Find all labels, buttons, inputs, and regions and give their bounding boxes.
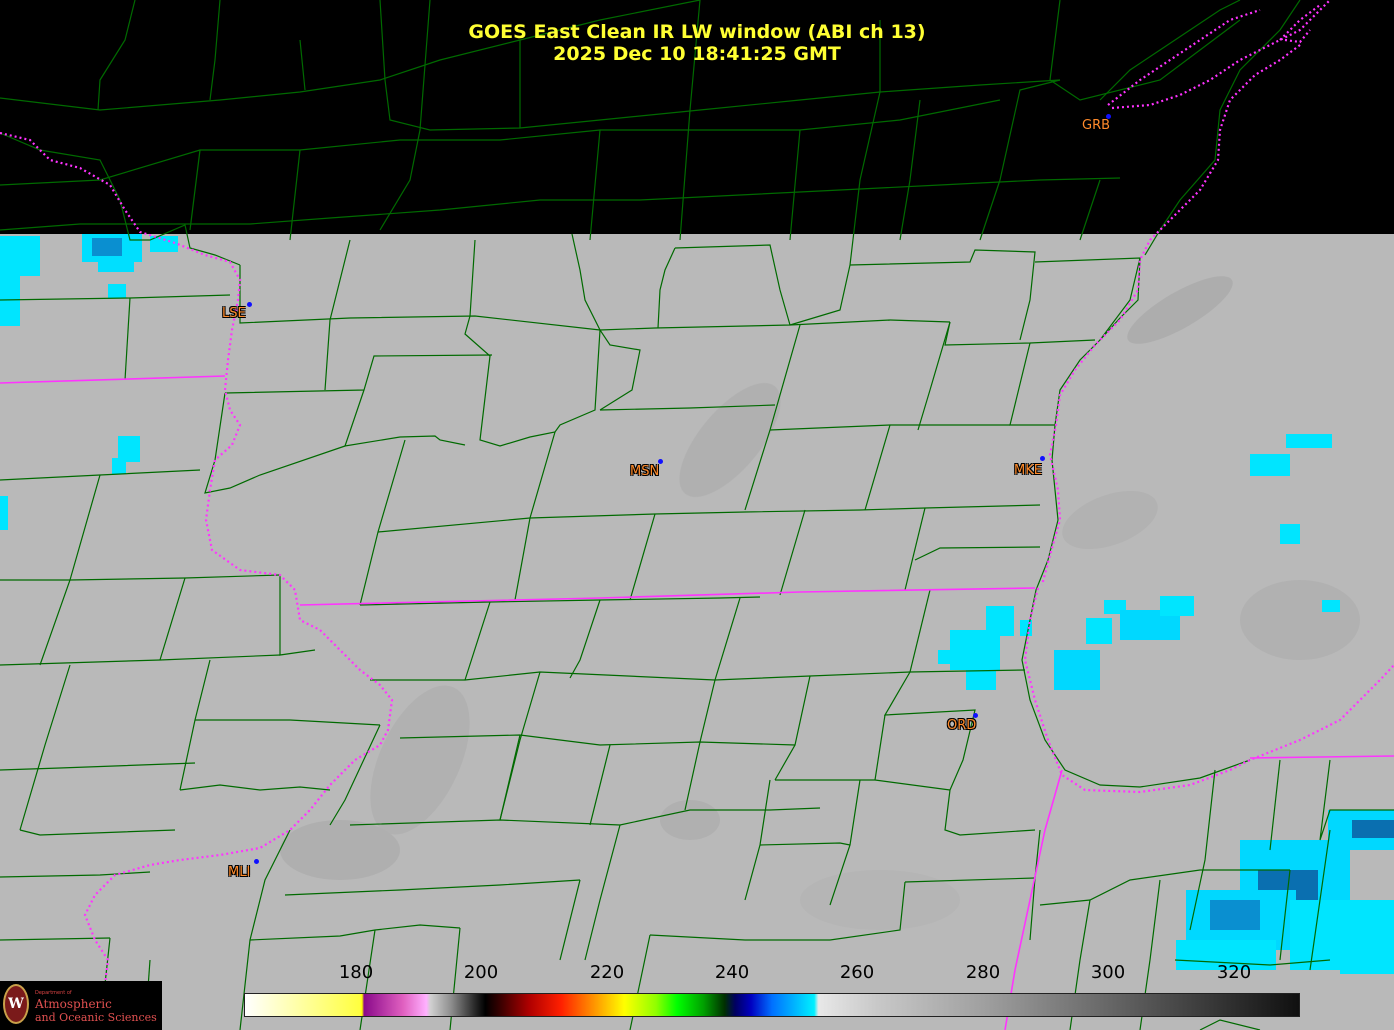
station-dot-icon — [1040, 456, 1045, 461]
colorbar-tick: 260 — [839, 962, 875, 983]
satellite-map — [0, 0, 1394, 1030]
colorbar-tick: 280 — [965, 962, 1001, 983]
ir-image-area — [0, 234, 1394, 1030]
logo-line1: Atmospheric — [35, 997, 112, 1011]
colorbar-tick: 240 — [714, 962, 750, 983]
colorbar-tick: 320 — [1216, 962, 1252, 983]
colorbar-tick-labels: 180 200 220 240 260 280 300 320 — [0, 962, 1394, 986]
map-timestamp: 2025 Dec 10 18:41:25 GMT — [553, 43, 841, 65]
temperature-colorbar — [244, 993, 1300, 1017]
station-dot-icon — [247, 302, 252, 307]
logo-dept-line: Department of — [35, 990, 72, 996]
colorbar-tick: 220 — [589, 962, 625, 983]
station-label: ORD — [947, 718, 977, 733]
station-label: LSE — [222, 306, 246, 321]
colorbar-tick: 200 — [463, 962, 499, 983]
uw-seal-icon: W — [3, 984, 29, 1024]
aos-logo: W Department of Atmospheric and Oceanic … — [0, 981, 162, 1030]
station-label: GRB — [1082, 118, 1111, 133]
station-label: MSN — [630, 464, 660, 479]
colorbar-tick: 300 — [1090, 962, 1126, 983]
station-dot-icon — [254, 859, 259, 864]
station-label: MLI — [228, 865, 251, 880]
logo-line2: and Oceanic Sciences — [35, 1011, 157, 1024]
map-title: GOES East Clean IR LW window (ABI ch 13) — [468, 21, 926, 43]
station-label: MKE — [1014, 463, 1042, 478]
colorbar-tick: 180 — [338, 962, 374, 983]
